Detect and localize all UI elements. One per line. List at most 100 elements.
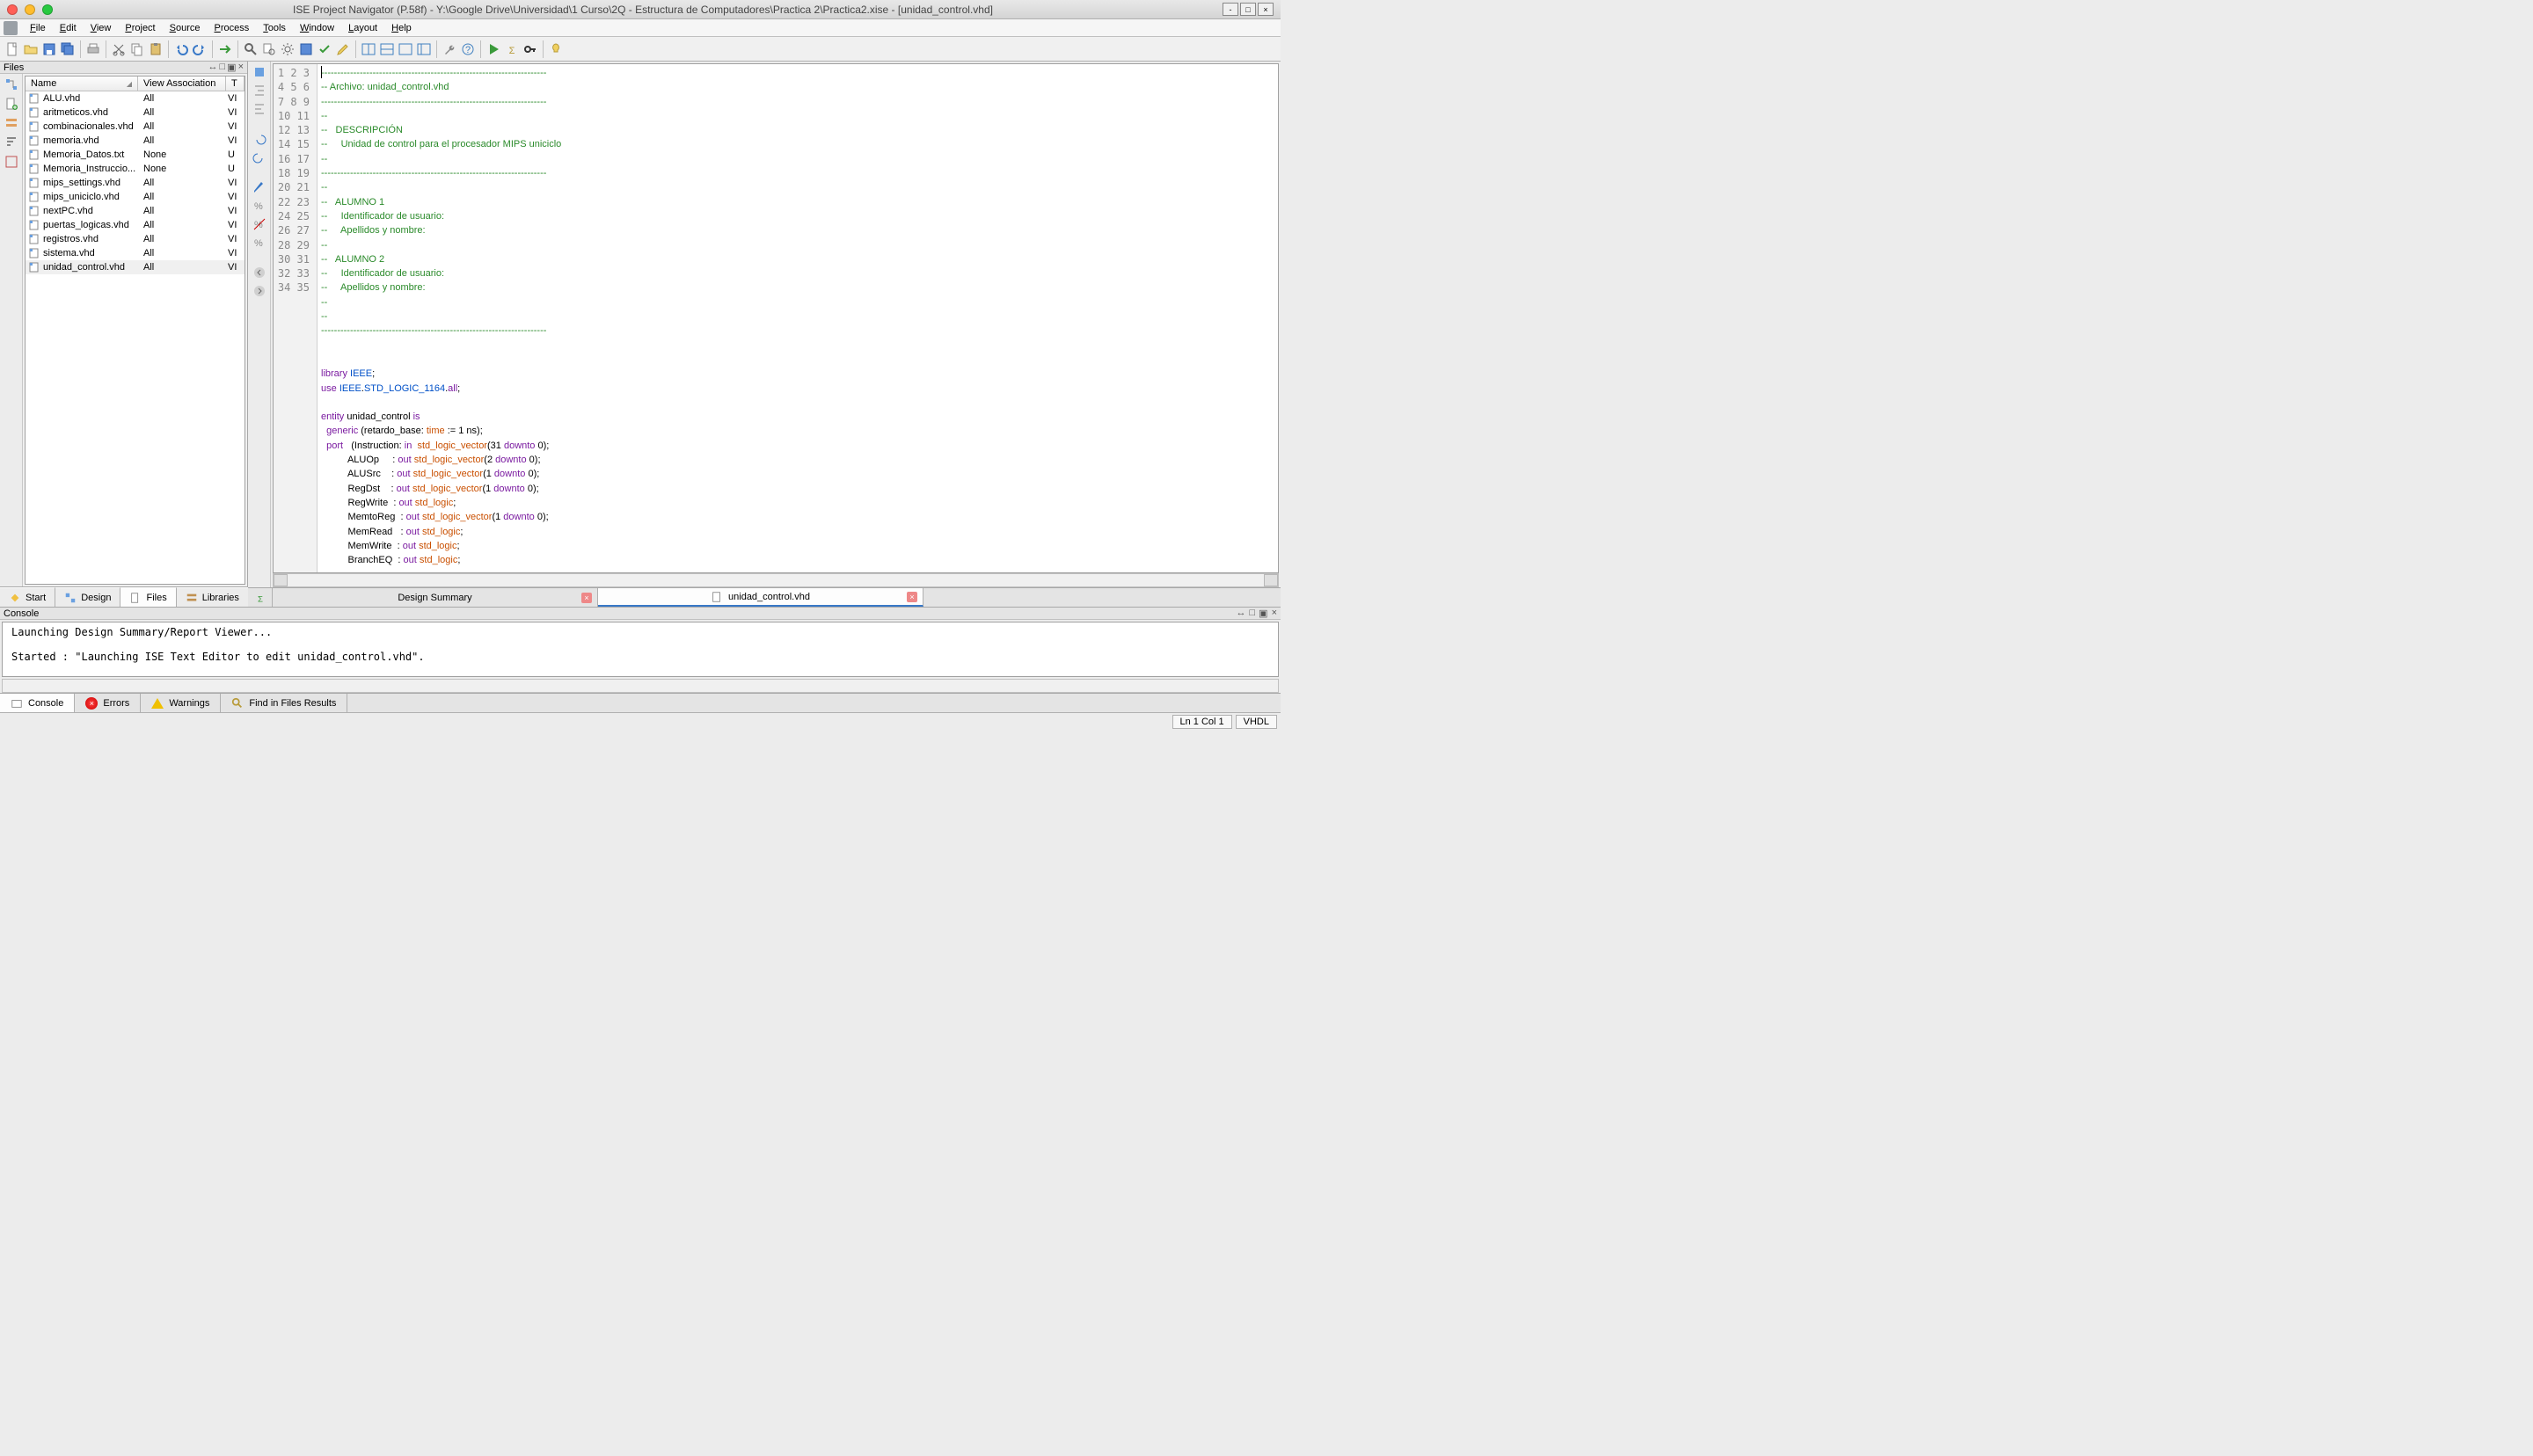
file-row[interactable]: nextPC.vhdAllVI — [26, 204, 245, 218]
find-button[interactable] — [242, 40, 259, 58]
column-header-t[interactable]: T — [226, 76, 245, 91]
tab-summary-icon[interactable]: Σ — [248, 588, 273, 607]
window-maximize-button[interactable] — [42, 4, 53, 15]
file-row[interactable]: mips_uniciclo.vhdAllVI — [26, 190, 245, 204]
menu-tools[interactable]: Tools — [256, 21, 293, 35]
titlebar[interactable]: ISE Project Navigator (P.58f) - Y:\Googl… — [0, 0, 1281, 19]
redo-editor-icon[interactable] — [252, 150, 266, 164]
file-row[interactable]: sistema.vhdAllVI — [26, 246, 245, 260]
side-tab-start[interactable]: Start — [0, 587, 55, 607]
console-close-icon[interactable]: × — [1272, 608, 1277, 619]
filter-icon[interactable] — [4, 116, 18, 130]
window-minimize-button[interactable] — [25, 4, 35, 15]
redo-button[interactable] — [191, 40, 208, 58]
side-tab-design[interactable]: Design — [55, 587, 120, 607]
format-icon[interactable]: % — [252, 236, 266, 250]
file-row[interactable]: ALU.vhdAllVI — [26, 91, 245, 106]
menu-help[interactable]: Help — [384, 21, 419, 35]
mdi-minimize-button[interactable]: - — [1223, 3, 1238, 16]
tool-wrench-button[interactable] — [441, 40, 458, 58]
console-tab-warnings[interactable]: Warnings — [141, 694, 221, 712]
check-button[interactable] — [316, 40, 333, 58]
file-row[interactable]: unidad_control.vhdAllVI — [26, 260, 245, 274]
editor-tab[interactable]: Design Summary× — [273, 588, 598, 607]
menu-source[interactable]: Source — [163, 21, 208, 35]
layout-1-button[interactable] — [360, 40, 377, 58]
menu-project[interactable]: Project — [118, 21, 162, 35]
nav-back-icon[interactable] — [252, 266, 266, 280]
uncomment-icon[interactable]: % — [252, 217, 266, 231]
menu-layout[interactable]: Layout — [341, 21, 384, 35]
editor-tab[interactable]: unidad_control.vhd× — [598, 588, 923, 607]
cut-button[interactable] — [110, 40, 128, 58]
console-tab-errors[interactable]: ×Errors — [75, 694, 141, 712]
bookmark-icon[interactable] — [252, 65, 266, 79]
menu-view[interactable]: View — [84, 21, 119, 35]
file-row[interactable]: memoria.vhdAllVI — [26, 134, 245, 148]
console-h-scrollbar[interactable] — [2, 679, 1279, 693]
find-files-button[interactable] — [260, 40, 278, 58]
comment-icon[interactable]: % — [252, 199, 266, 213]
marker-icon[interactable] — [252, 180, 266, 194]
console-tab-console[interactable]: Console — [0, 694, 75, 712]
code-content[interactable]: ----------------------------------------… — [318, 64, 1278, 572]
goto-button[interactable] — [216, 40, 234, 58]
sort-icon[interactable] — [4, 135, 18, 149]
wizard-button[interactable] — [297, 40, 315, 58]
file-row[interactable]: aritmeticos.vhdAllVI — [26, 106, 245, 120]
mdi-maximize-button[interactable]: □ — [1240, 3, 1256, 16]
add-file-icon[interactable] — [4, 97, 18, 111]
menu-process[interactable]: Process — [208, 21, 257, 35]
refresh-icon[interactable] — [4, 155, 18, 169]
panel-float-icon[interactable]: □ — [220, 62, 226, 73]
column-header-name[interactable]: Name◢ — [26, 76, 138, 91]
code-editor[interactable]: 1 2 3 4 5 6 7 8 9 10 11 12 13 14 15 16 1… — [273, 63, 1279, 573]
menu-file[interactable]: File — [23, 21, 53, 35]
window-close-button[interactable] — [7, 4, 18, 15]
tab-close-button[interactable]: × — [907, 592, 917, 602]
paste-button[interactable] — [147, 40, 164, 58]
column-header-assoc[interactable]: View Association — [138, 76, 226, 91]
highlight-button[interactable] — [334, 40, 352, 58]
sigma-button[interactable]: Σ — [503, 40, 521, 58]
console-float-icon[interactable]: □ — [1250, 608, 1256, 619]
lightbulb-button[interactable] — [547, 40, 565, 58]
save-all-button[interactable] — [59, 40, 77, 58]
layout-4-button[interactable] — [415, 40, 433, 58]
console-output[interactable]: Launching Design Summary/Report Viewer..… — [2, 622, 1279, 677]
tab-close-button[interactable]: × — [581, 593, 592, 603]
mdi-close-button[interactable]: × — [1258, 3, 1274, 16]
indent-left-icon[interactable] — [252, 84, 266, 98]
new-button[interactable] — [4, 40, 21, 58]
file-row[interactable]: registros.vhdAllVI — [26, 232, 245, 246]
settings-button[interactable] — [279, 40, 296, 58]
run-button[interactable] — [485, 40, 502, 58]
file-row[interactable]: Memoria_Instruccio...NoneU — [26, 162, 245, 176]
nav-fwd-icon[interactable] — [252, 284, 266, 298]
console-dock-icon[interactable]: ↔ — [1237, 608, 1246, 619]
console-max-icon[interactable]: ▣ — [1259, 608, 1267, 619]
help-button[interactable]: ? — [459, 40, 477, 58]
file-row[interactable]: puertas_logicas.vhdAllVI — [26, 218, 245, 232]
save-button[interactable] — [40, 40, 58, 58]
undo-editor-icon[interactable] — [252, 132, 266, 146]
menu-edit[interactable]: Edit — [53, 21, 84, 35]
open-button[interactable] — [22, 40, 40, 58]
panel-dock-icon[interactable]: ↔ — [208, 62, 218, 73]
file-row[interactable]: mips_settings.vhdAllVI — [26, 176, 245, 190]
side-tab-libraries[interactable]: Libraries — [177, 587, 249, 607]
copy-button[interactable] — [128, 40, 146, 58]
file-row[interactable]: combinacionales.vhdAllVI — [26, 120, 245, 134]
indent-right-icon[interactable] — [252, 102, 266, 116]
editor-h-scrollbar[interactable] — [273, 573, 1279, 587]
panel-max-icon[interactable]: ▣ — [227, 62, 236, 73]
layout-3-button[interactable] — [397, 40, 414, 58]
side-tab-files[interactable]: Files — [120, 587, 176, 607]
console-tab-find-in-files-results[interactable]: Find in Files Results — [221, 694, 347, 712]
undo-button[interactable] — [172, 40, 190, 58]
panel-close-icon[interactable]: × — [238, 62, 244, 73]
file-row[interactable]: Memoria_Datos.txtNoneU — [26, 148, 245, 162]
print-button[interactable] — [84, 40, 102, 58]
key-button[interactable] — [522, 40, 539, 58]
hierarchy-icon[interactable] — [4, 77, 18, 91]
